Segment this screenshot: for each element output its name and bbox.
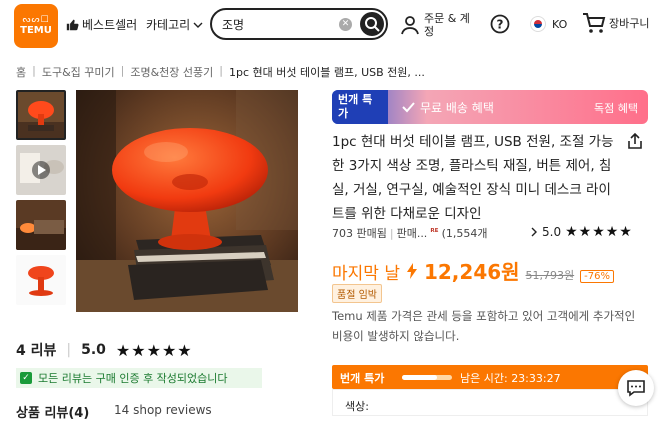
account-link[interactable]: 주문 & 계정 bbox=[400, 12, 476, 38]
breadcrumb-tools[interactable]: 도구&집 꾸미기 bbox=[42, 64, 115, 80]
review-rating: 5.0 bbox=[81, 342, 106, 358]
search-icon bbox=[365, 17, 380, 32]
product-rating[interactable]: 5.0 ★★★★★ bbox=[530, 224, 633, 240]
verified-text: 모든 리뷰는 구매 인증 후 작성되었습니다 bbox=[38, 372, 228, 385]
chevron-down-icon bbox=[193, 22, 203, 28]
thumbnail-4[interactable] bbox=[16, 255, 66, 305]
flash-deal-tag: 번개 특가 bbox=[332, 90, 388, 124]
search-input[interactable] bbox=[222, 15, 332, 33]
last-day-label: 마지막 날 bbox=[332, 264, 400, 284]
logo-word: TEMU bbox=[20, 25, 52, 36]
almost-sold-out-badge: 품절 임박 bbox=[332, 284, 382, 303]
color-label: 색상: bbox=[345, 400, 369, 413]
flash-progress bbox=[402, 375, 452, 380]
current-price: 12,246원 bbox=[423, 260, 520, 284]
help-icon: ? bbox=[490, 14, 510, 34]
help-button[interactable]: ? bbox=[490, 14, 510, 34]
bestseller-label: 베스트셀러 bbox=[82, 18, 138, 32]
thumbnail-room-image bbox=[16, 200, 66, 250]
logo-glyphs: ᔓᔕ☐ bbox=[22, 15, 50, 25]
shop-reviews-tab[interactable]: 14 shop reviews bbox=[114, 403, 212, 417]
remaining-label: 남은 시간: bbox=[460, 372, 508, 385]
thumbnail-video[interactable] bbox=[16, 145, 66, 195]
thumbnail-1[interactable] bbox=[16, 90, 66, 140]
search-button[interactable] bbox=[360, 12, 384, 36]
seller-badge-icon: ᴿᴱ bbox=[430, 228, 439, 238]
main-product-image[interactable] bbox=[76, 90, 298, 312]
cart-button[interactable]: 장바구니 bbox=[582, 12, 649, 34]
user-icon bbox=[401, 16, 419, 35]
breadcrumb-separator: | bbox=[219, 64, 223, 77]
search-box: ✕ bbox=[210, 8, 388, 40]
breadcrumb-separator: | bbox=[32, 64, 36, 77]
chat-button[interactable] bbox=[618, 370, 654, 406]
chat-icon bbox=[627, 380, 645, 397]
lightning-icon bbox=[406, 263, 417, 279]
thumbnail-white-image bbox=[16, 255, 66, 305]
share-icon bbox=[628, 132, 642, 149]
review-count: 4 리뷰 bbox=[16, 343, 57, 359]
sales-stats: 703 판매됨 | 판매... ᴿᴱ (1,554개 bbox=[332, 225, 487, 241]
product-title: 1pc 현대 버섯 테이블 램프, USB 전원, 조절 가능한 3가지 색상 … bbox=[332, 134, 614, 222]
exclusive-label: 독점 혜택 bbox=[594, 102, 638, 115]
original-price: 51,793원 bbox=[525, 269, 575, 282]
flash-label: 번개 특가 bbox=[340, 372, 385, 385]
bestseller-link[interactable]: 베스트셀러 bbox=[66, 16, 137, 33]
reviews-header: 4 리뷰 | 5.0 ★★★★★ bbox=[16, 340, 193, 360]
share-button[interactable] bbox=[626, 132, 644, 150]
breadcrumb-separator: | bbox=[120, 64, 125, 77]
verified-check-icon: ✓ bbox=[20, 372, 32, 384]
cart-label: 장바구니 bbox=[609, 17, 650, 30]
review-stars: ★★★★★ bbox=[115, 340, 193, 360]
verified-notice: ✓ 모든 리뷰는 구매 인증 후 작성되었습니다 bbox=[16, 368, 262, 388]
language-label: KO bbox=[552, 17, 568, 31]
remaining-time: 남은 시간: 23:33:27 bbox=[460, 370, 561, 386]
language-selector[interactable]: KO bbox=[530, 16, 567, 32]
reviews-separator: | bbox=[66, 342, 72, 358]
price-row: 마지막 날 12,246원 51,793원 -76% bbox=[332, 256, 614, 285]
korea-flag-icon bbox=[530, 16, 546, 32]
thumbnail-video-image bbox=[16, 145, 66, 195]
cart-icon bbox=[583, 13, 606, 33]
color-selector: 색상: bbox=[332, 389, 648, 416]
thumbnail-3[interactable] bbox=[16, 200, 66, 250]
lamp-photo bbox=[76, 90, 298, 312]
breadcrumb-home[interactable]: 홈 bbox=[16, 64, 26, 80]
account-label: 주문 & 계정 bbox=[424, 12, 470, 38]
breadcrumb-current: 1pc 현대 버섯 테이블 램프, USB 전원, ... bbox=[229, 66, 425, 79]
flash-timer-bar: 번개 특가 남은 시간: 23:33:27 bbox=[332, 365, 648, 389]
chevron-right-icon bbox=[531, 227, 537, 237]
flash-deal-banner: 번개 특가 무료 배송 혜택 독점 혜택 bbox=[332, 90, 648, 124]
seller-count: (1,554개 bbox=[441, 227, 488, 240]
svg-text:?: ? bbox=[497, 18, 504, 32]
breadcrumb-lighting[interactable]: 조명&천장 선풍기 bbox=[130, 64, 213, 80]
remaining-value: 23:33:27 bbox=[511, 372, 561, 385]
sold-count: 703 판매됨 bbox=[332, 227, 387, 240]
discount-badge: -76% bbox=[580, 270, 614, 283]
category-label: 카테고리 bbox=[146, 18, 191, 32]
check-icon bbox=[402, 101, 415, 113]
rating-stars: ★★★★★ bbox=[565, 224, 633, 240]
rating-value: 5.0 bbox=[542, 225, 562, 239]
category-menu[interactable]: 카테고리 bbox=[146, 16, 203, 33]
thumbnail-lamp-image bbox=[18, 92, 64, 138]
seller-label[interactable]: 판매... bbox=[397, 225, 428, 241]
breadcrumb: 홈 | 도구&집 꾸미기 | 조명&천장 선풍기 | 1pc 현대 버섯 테이블… bbox=[16, 64, 425, 80]
thumbs-up-icon bbox=[66, 19, 79, 31]
product-reviews-tab[interactable]: 상품 리뷰(4) bbox=[16, 402, 89, 421]
free-shipping-label: 무료 배송 혜택 bbox=[420, 101, 494, 115]
clear-icon[interactable]: ✕ bbox=[339, 18, 352, 31]
stats-separator: | bbox=[389, 226, 394, 240]
price-notice: Temu 제품 가격은 관세 등을 포함하고 있어 고객에게 추가적인 비용이 … bbox=[332, 309, 636, 343]
temu-logo[interactable]: ᔓᔕ☐ TEMU bbox=[14, 4, 58, 48]
